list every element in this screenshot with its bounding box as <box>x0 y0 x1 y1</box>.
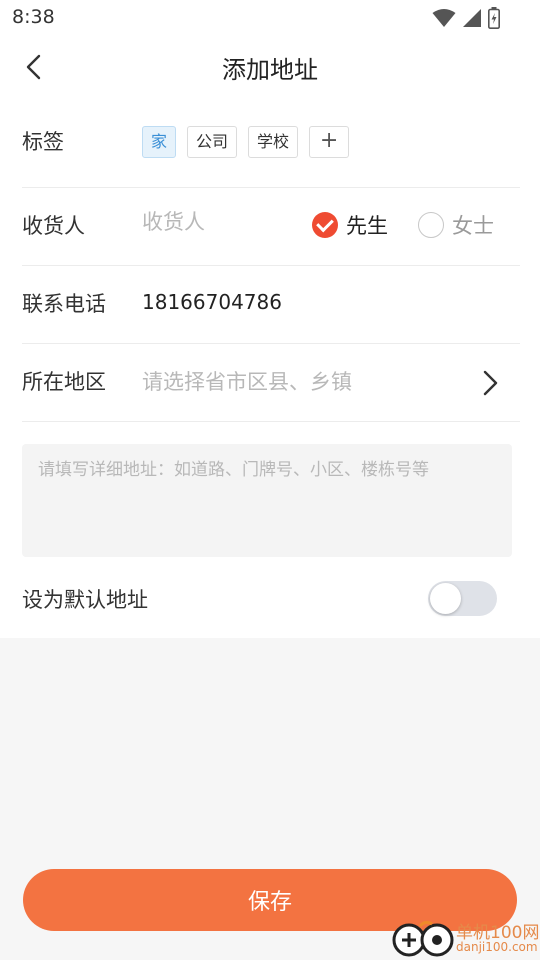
gender-female-label: 女士 <box>452 214 494 238</box>
phone-label: 联系电话 <box>22 292 106 316</box>
status-time: 8:38 <box>12 6 55 28</box>
watermark: 单机100网 danji100.com <box>392 916 540 960</box>
tag-row: 标签 家 公司 学校 + <box>22 98 520 188</box>
signal-icon <box>463 9 481 27</box>
receiver-row: 收货人 先生 女士 <box>22 188 520 266</box>
status-bar: 8:38 <box>0 0 540 36</box>
status-icons <box>432 7 500 29</box>
tag-school[interactable]: 学校 <box>248 126 299 158</box>
wifi-icon <box>432 9 456 27</box>
tag-company[interactable]: 公司 <box>187 126 238 158</box>
detail-address-input[interactable] <box>22 444 512 557</box>
receiver-input[interactable] <box>142 206 302 238</box>
phone-row: 联系电话 <box>22 266 520 344</box>
default-address-label: 设为默认地址 <box>22 588 148 612</box>
default-address-switch[interactable] <box>428 581 497 616</box>
page-title: 添加地址 <box>222 56 318 84</box>
tag-home[interactable]: 家 <box>142 126 177 158</box>
watermark-url: danji100.com <box>456 940 538 954</box>
gender-male-label: 先生 <box>346 214 388 238</box>
tag-label: 标签 <box>22 130 64 154</box>
nav-bar: 添加地址 <box>0 36 540 98</box>
radio-unchecked-icon[interactable] <box>418 212 444 238</box>
add-tag-button[interactable]: + <box>309 126 350 158</box>
tag-list: 家 公司 学校 + <box>142 126 350 158</box>
receiver-label: 收货人 <box>22 214 85 238</box>
gender-female-option[interactable]: 女士 <box>418 210 494 240</box>
switch-knob <box>430 583 461 614</box>
watermark-logo-icon <box>392 920 454 957</box>
battery-icon <box>488 7 500 29</box>
region-row[interactable]: 所在地区 请选择省市区县、乡镇 <box>22 344 520 422</box>
radio-checked-icon[interactable] <box>312 212 338 238</box>
phone-input[interactable] <box>142 286 472 318</box>
chevron-right-icon[interactable] <box>480 368 500 398</box>
region-label: 所在地区 <box>22 370 106 394</box>
gender-male-option[interactable]: 先生 <box>312 210 388 240</box>
region-placeholder[interactable]: 请选择省市区县、乡镇 <box>142 366 352 396</box>
